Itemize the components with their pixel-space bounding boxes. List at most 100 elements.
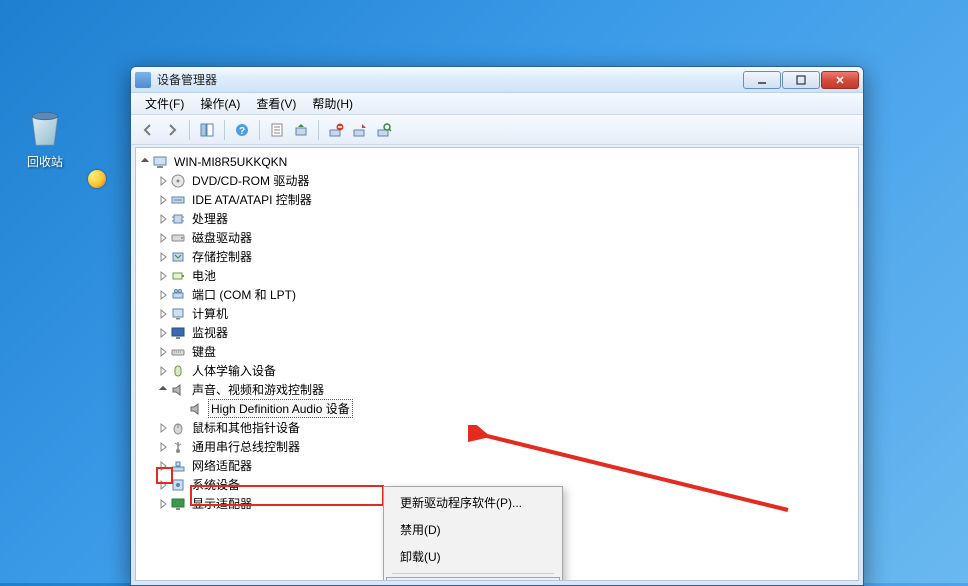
tree-node-ide[interactable]: IDE ATA/ATAPI 控制器 <box>138 190 856 209</box>
tree-node-keyboard[interactable]: 键盘 <box>138 342 856 361</box>
window-title: 设备管理器 <box>157 71 742 88</box>
network-icon <box>170 458 186 474</box>
tree-node-monitor[interactable]: 监视器 <box>138 323 856 342</box>
help-button[interactable]: ? <box>231 119 253 141</box>
tree-node-label: 键盘 <box>190 343 218 360</box>
ctx-disable[interactable]: 禁用(D) <box>386 516 560 543</box>
tree-node-label: 通用串行总线控制器 <box>190 438 302 455</box>
properties-button[interactable] <box>266 119 288 141</box>
tree-node-label: IDE ATA/ATAPI 控制器 <box>190 191 314 208</box>
maximize-button[interactable] <box>782 71 820 89</box>
expander-icon[interactable] <box>156 421 170 435</box>
system-icon <box>170 477 186 493</box>
show-hide-tree-button[interactable] <box>196 119 218 141</box>
back-button[interactable] <box>137 119 159 141</box>
expander-icon[interactable] <box>156 478 170 492</box>
menu-view[interactable]: 查看(V) <box>248 93 304 114</box>
ctx-update-driver[interactable]: 更新驱动程序软件(P)... <box>386 489 560 516</box>
expander-icon[interactable] <box>156 383 170 397</box>
sound-icon <box>188 401 204 417</box>
uninstall-button[interactable] <box>325 119 347 141</box>
disable-button[interactable] <box>349 119 371 141</box>
expander-icon[interactable] <box>156 269 170 283</box>
tree-node-hid[interactable]: 人体学输入设备 <box>138 361 856 380</box>
expander-icon[interactable] <box>156 497 170 511</box>
disk-icon <box>170 230 186 246</box>
expander-icon[interactable] <box>156 174 170 188</box>
tree-pane[interactable]: WIN-MI8R5UKKQKN DVD/CD-ROM 驱动器IDE ATA/ATA… <box>135 147 859 581</box>
tree-node-cpu[interactable]: 处理器 <box>138 209 856 228</box>
recycle-bin-desktop-icon[interactable]: 回收站 <box>10 105 80 170</box>
hid-icon <box>170 363 186 379</box>
taskbar-partial <box>88 170 108 362</box>
ctx-uninstall[interactable]: 卸载(U) <box>386 543 560 570</box>
tree-node-usb[interactable]: 通用串行总线控制器 <box>138 437 856 456</box>
tree-root-node[interactable]: WIN-MI8R5UKKQKN <box>138 152 856 171</box>
shield-icon[interactable] <box>88 170 106 188</box>
tree-node-storage[interactable]: 存储控制器 <box>138 247 856 266</box>
minimize-button[interactable] <box>743 71 781 89</box>
tree-node-label: 监视器 <box>190 324 230 341</box>
expander-icon[interactable] <box>156 345 170 359</box>
tree-child-sound[interactable]: High Definition Audio 设备 <box>138 399 856 418</box>
computer_root-icon <box>152 154 168 170</box>
expander-icon[interactable] <box>156 307 170 321</box>
expander-icon[interactable] <box>156 193 170 207</box>
expander-icon[interactable] <box>156 364 170 378</box>
expander-icon[interactable] <box>156 288 170 302</box>
ide-icon <box>170 192 186 208</box>
menu-help[interactable]: 帮助(H) <box>304 93 361 114</box>
tree-node-label: 系统设备 <box>190 476 242 493</box>
computer-icon <box>170 306 186 322</box>
tree-node-label: 处理器 <box>190 210 230 227</box>
context-menu: 更新驱动程序软件(P)... 禁用(D) 卸载(U) 扫描检测硬件改动(A) 属… <box>383 486 563 581</box>
cpu-icon <box>170 211 186 227</box>
expander-icon[interactable] <box>156 231 170 245</box>
tree-node-battery[interactable]: 电池 <box>138 266 856 285</box>
tree-node-sound[interactable]: 声音、视频和游戏控制器 <box>138 380 856 399</box>
toolbar: ? <box>131 115 863 145</box>
tree-node-network[interactable]: 网络适配器 <box>138 456 856 475</box>
ctx-scan-hw[interactable]: 扫描检测硬件改动(A) <box>386 577 560 581</box>
close-button[interactable] <box>821 71 859 89</box>
tree-node-label: High Definition Audio 设备 <box>208 399 353 418</box>
mouse-icon <box>170 420 186 436</box>
expander-icon[interactable] <box>156 459 170 473</box>
tree-node-disc[interactable]: DVD/CD-ROM 驱动器 <box>138 171 856 190</box>
expander-icon[interactable] <box>156 440 170 454</box>
tree-node-label: 电池 <box>190 267 218 284</box>
forward-button[interactable] <box>161 119 183 141</box>
expander-icon[interactable] <box>138 155 152 169</box>
menu-action[interactable]: 操作(A) <box>192 93 248 114</box>
tree-node-computer[interactable]: 计算机 <box>138 304 856 323</box>
menu-file[interactable]: 文件(F) <box>137 93 192 114</box>
expander-icon[interactable] <box>156 212 170 226</box>
recycle-bin-label: 回收站 <box>10 153 80 170</box>
update-driver-button[interactable] <box>290 119 312 141</box>
tree-node-disk[interactable]: 磁盘驱动器 <box>138 228 856 247</box>
tree-node-label: WIN-MI8R5UKKQKN <box>172 155 289 169</box>
tree-node-label: 鼠标和其他指针设备 <box>190 419 302 436</box>
expander-icon[interactable] <box>156 250 170 264</box>
keyboard-icon <box>170 344 186 360</box>
sound-icon <box>170 382 186 398</box>
tree-node-label: 磁盘驱动器 <box>190 229 254 246</box>
device-manager-window: 设备管理器 文件(F) 操作(A) 查看(V) 帮助(H) ? <box>130 66 864 586</box>
tree-node-label: 网络适配器 <box>190 457 254 474</box>
monitor-icon <box>170 325 186 341</box>
disc-icon <box>170 173 186 189</box>
battery-icon <box>170 268 186 284</box>
tree-node-label: 人体学输入设备 <box>190 362 278 379</box>
port-icon <box>170 287 186 303</box>
tree-node-mouse[interactable]: 鼠标和其他指针设备 <box>138 418 856 437</box>
tree-node-label: 存储控制器 <box>190 248 254 265</box>
scan-hw-button[interactable] <box>373 119 395 141</box>
expander-icon[interactable] <box>174 402 188 416</box>
device-manager-icon <box>135 72 151 88</box>
titlebar[interactable]: 设备管理器 <box>131 67 863 93</box>
ctx-separator <box>392 573 554 574</box>
expander-icon[interactable] <box>156 326 170 340</box>
display-icon <box>170 496 186 512</box>
tree-node-label: 声音、视频和游戏控制器 <box>190 381 326 398</box>
tree-node-port[interactable]: 端口 (COM 和 LPT) <box>138 285 856 304</box>
